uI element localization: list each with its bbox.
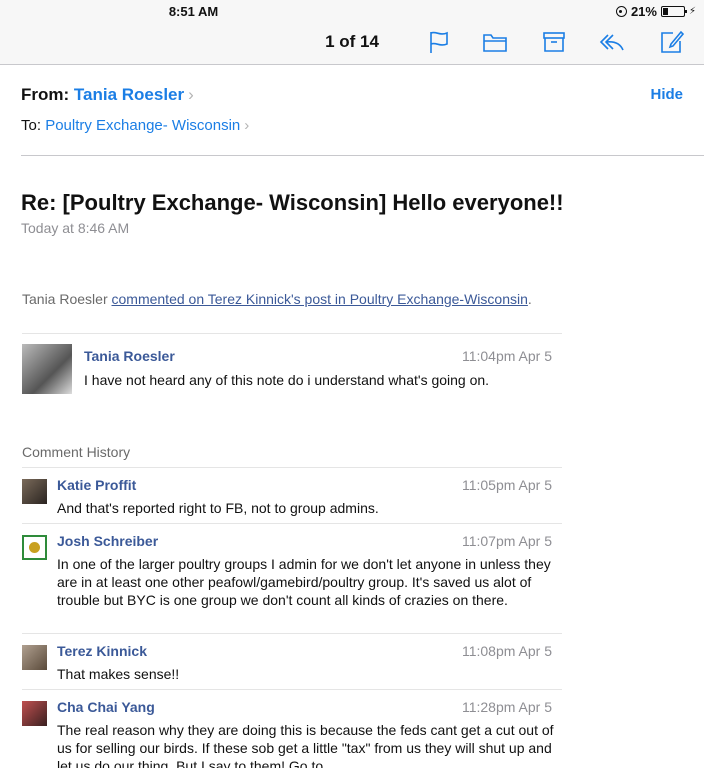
divider	[21, 155, 704, 156]
divider	[22, 523, 562, 524]
archive-icon[interactable]	[539, 28, 569, 56]
message-counter: 1 of 14	[325, 32, 379, 51]
commenter-name[interactable]: Josh Schreiber	[57, 533, 158, 549]
comment-time: 11:07pm Apr 5	[461, 533, 552, 549]
email-subject: Re: [Poultry Exchange- Wisconsin] Hello …	[21, 190, 564, 215]
from-row: From: Tania Roesler ›	[21, 85, 194, 105]
flag-icon[interactable]	[424, 28, 454, 56]
commenter-name[interactable]: Tania Roesler	[84, 348, 175, 364]
to-row: To: Poultry Exchange- Wisconsin ›	[21, 117, 249, 134]
battery-icon	[660, 6, 687, 17]
comment-history-label: Comment History	[22, 444, 131, 460]
compose-icon[interactable]	[657, 28, 687, 56]
status-indicators: 21% ⚡	[615, 4, 696, 19]
battery-percent: 21%	[630, 4, 657, 19]
email-date: Today at 8:46 AM	[21, 220, 130, 236]
divider	[22, 689, 562, 690]
rotation-lock-icon	[615, 6, 627, 17]
divider	[22, 633, 562, 634]
avatar[interactable]	[22, 701, 47, 726]
chevron-right-icon: ›	[188, 85, 194, 104]
commenter-name[interactable]: Katie Proffit	[57, 477, 136, 493]
sender-name[interactable]: Tania Roesler	[74, 85, 184, 104]
status-time: 8:51 AM	[168, 4, 219, 19]
post-link[interactable]: commented on Terez Kinnick's post in Pou…	[112, 291, 528, 307]
avatar[interactable]	[22, 645, 47, 670]
avatar[interactable]	[22, 344, 72, 394]
divider	[22, 333, 562, 334]
chevron-right-icon: ›	[244, 117, 250, 134]
notice-author: Tania Roesler	[22, 291, 108, 307]
recipient-name[interactable]: Poultry Exchange- Wisconsin	[45, 117, 240, 134]
to-label: To:	[21, 117, 42, 134]
avatar[interactable]	[22, 479, 47, 504]
comment-text: I have not heard any of this note do i u…	[84, 372, 490, 388]
commenter-name[interactable]: Terez Kinnick	[57, 643, 147, 659]
hide-button[interactable]: Hide	[650, 86, 683, 103]
comment-time: 11:05pm Apr 5	[461, 477, 552, 493]
divider	[22, 467, 562, 468]
from-label: From:	[21, 85, 70, 104]
status-bar: 8:51 AM 21% ⚡	[0, 0, 704, 22]
notification-text: Tania Roesler commented on Terez Kinnick…	[22, 291, 532, 307]
comment-time: 11:28pm Apr 5	[461, 699, 552, 715]
comment-time: 11:08pm Apr 5	[461, 643, 552, 659]
charging-icon: ⚡	[688, 6, 696, 17]
commenter-name[interactable]: Cha Chai Yang	[57, 699, 155, 715]
comment-text: The real reason why they are doing this …	[57, 722, 554, 768]
avatar[interactable]	[22, 535, 47, 560]
comment-text: In one of the larger poultry groups I ad…	[57, 556, 551, 608]
comment-text: And that's reported right to FB, not to …	[57, 500, 379, 516]
comment-text: That makes sense!!	[57, 666, 180, 682]
folder-icon[interactable]	[480, 28, 510, 56]
mail-toolbar: 1 of 14	[0, 22, 704, 65]
comment-time: 11:04pm Apr 5	[461, 348, 552, 364]
reply-icon[interactable]	[597, 28, 627, 56]
